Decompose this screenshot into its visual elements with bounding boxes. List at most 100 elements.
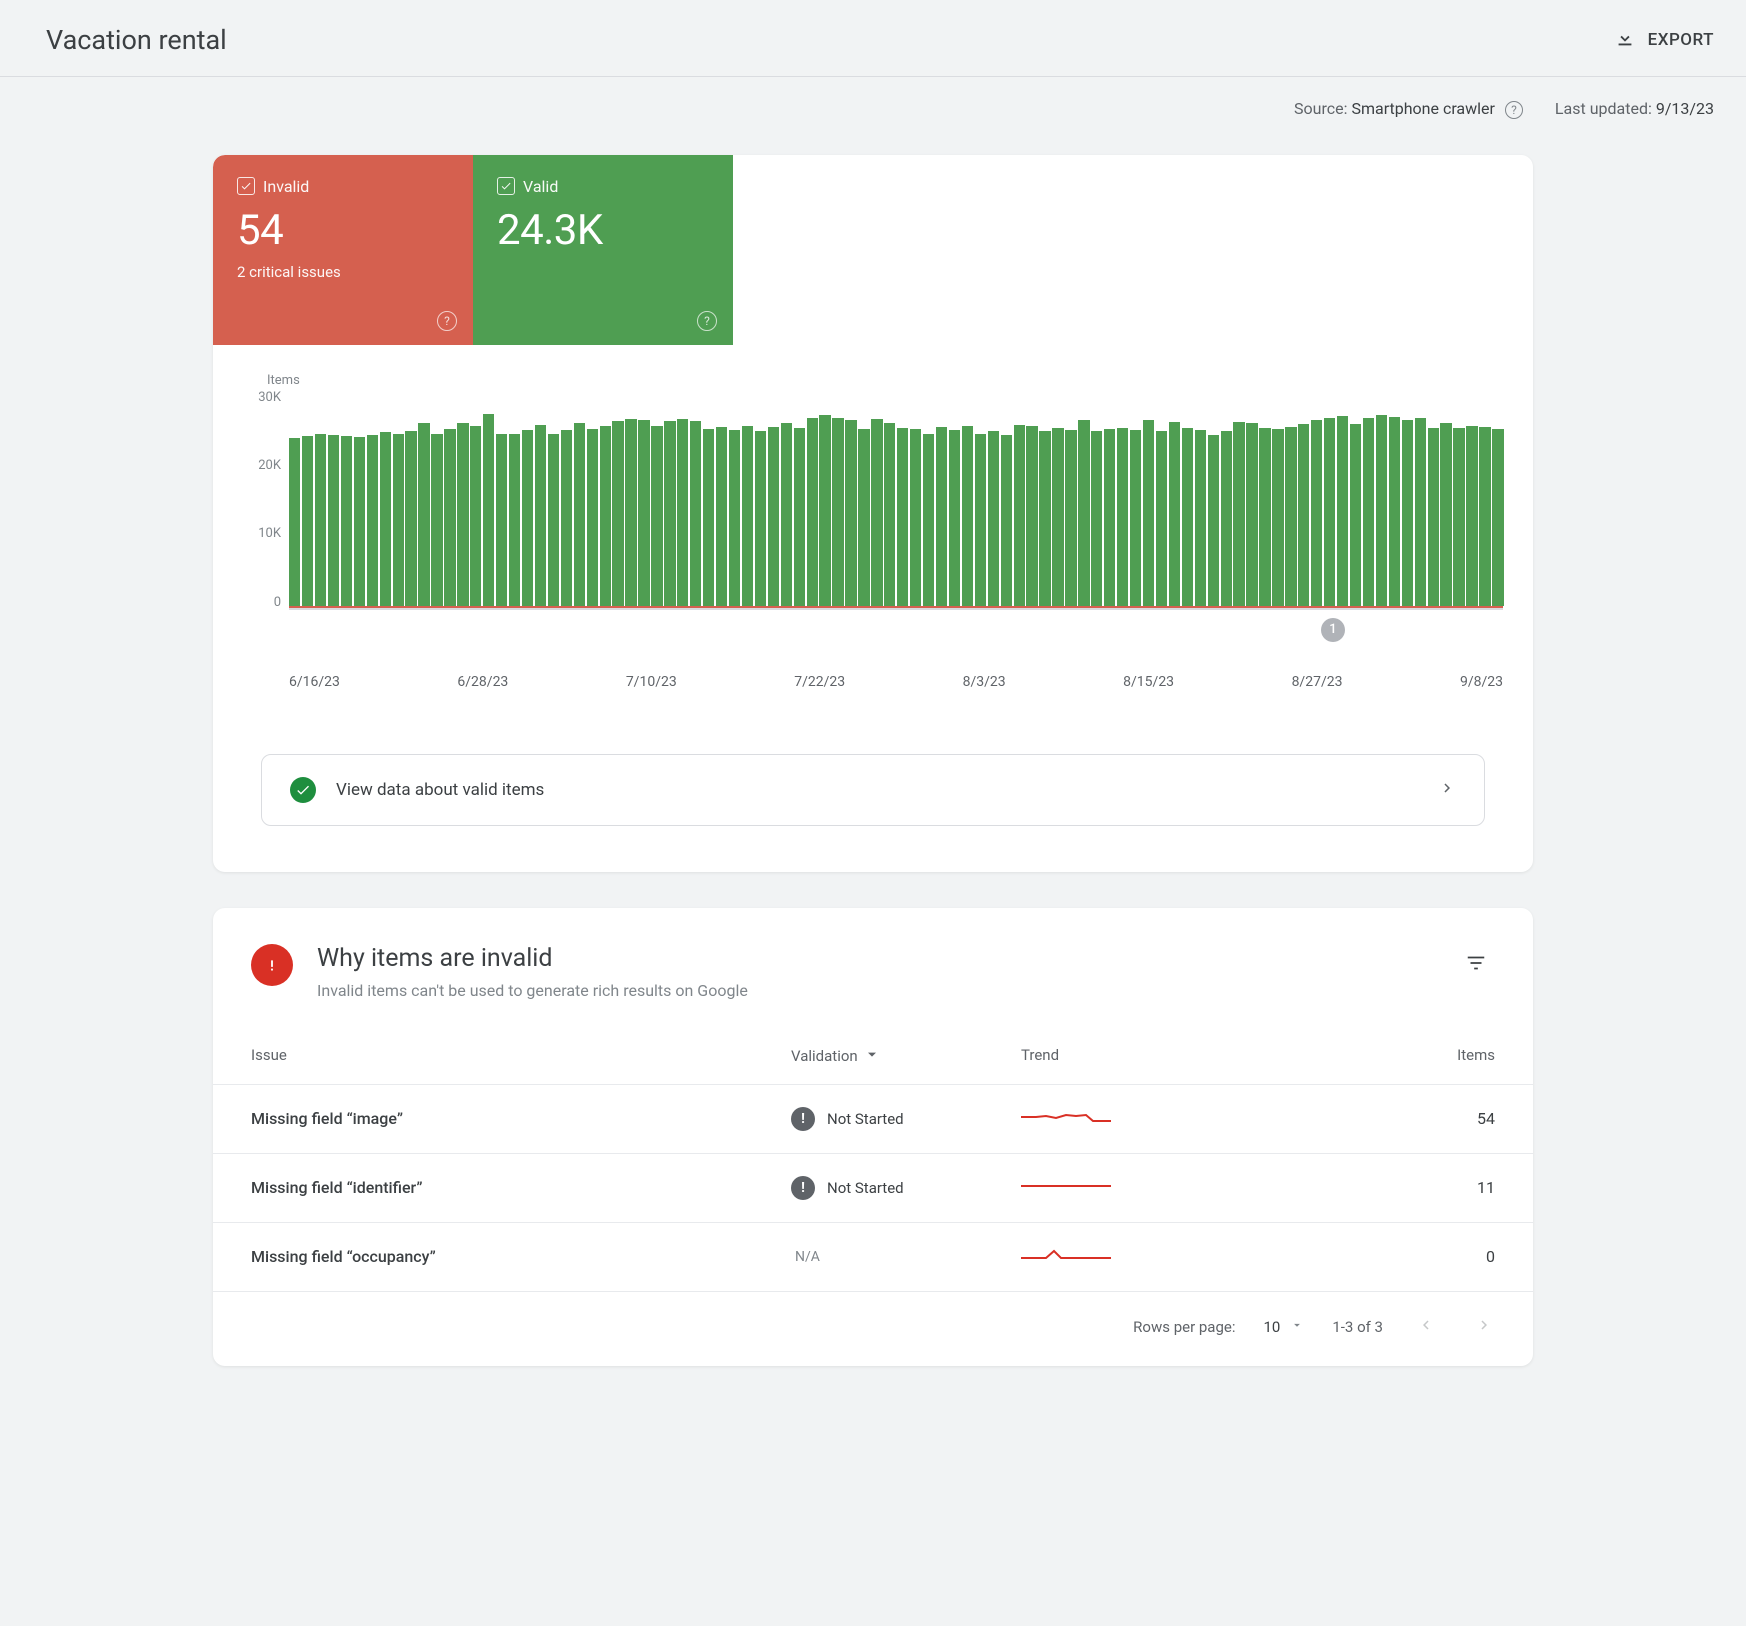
chart-bar[interactable]	[1052, 428, 1063, 606]
chart-bar[interactable]	[1026, 426, 1037, 605]
chart-bar[interactable]	[651, 426, 662, 606]
chart-bar[interactable]	[1104, 429, 1115, 606]
help-icon[interactable]: ?	[1505, 101, 1523, 119]
chart-bar[interactable]	[1311, 420, 1322, 605]
chart-bar[interactable]	[483, 414, 494, 606]
chart-bar[interactable]	[1453, 428, 1464, 605]
chart-bar[interactable]	[832, 418, 843, 606]
chart-bar[interactable]	[638, 420, 649, 605]
chart-bar[interactable]	[1221, 431, 1232, 605]
chart-bar[interactable]	[535, 425, 546, 606]
chart-bar[interactable]	[1001, 435, 1012, 606]
chart-bar[interactable]	[677, 419, 688, 606]
chart-plot[interactable]: 1	[289, 390, 1503, 610]
chart-bar[interactable]	[444, 429, 455, 606]
prev-page-button[interactable]	[1411, 1310, 1441, 1344]
col-validation[interactable]: Validation	[791, 1046, 1021, 1066]
chart-bar[interactable]	[470, 426, 481, 606]
chart-bar[interactable]	[496, 434, 507, 606]
chart-bar[interactable]	[975, 434, 986, 605]
tile-valid[interactable]: Valid 24.3K ?	[473, 155, 733, 345]
col-trend[interactable]: Trend	[1021, 1046, 1291, 1066]
chart-bar[interactable]	[664, 421, 675, 606]
issue-row[interactable]: Missing field “occupancy”N/A0	[213, 1223, 1533, 1292]
chart-bar[interactable]	[509, 434, 520, 605]
chart-bar[interactable]	[1324, 418, 1335, 605]
chart-bar[interactable]	[548, 434, 559, 605]
chart-bar[interactable]	[897, 428, 908, 606]
chart-bar[interactable]	[742, 426, 753, 606]
chart-bar[interactable]	[1259, 428, 1270, 606]
rows-per-page-select[interactable]: 10	[1263, 1318, 1304, 1336]
chart-bar[interactable]	[1492, 429, 1503, 606]
next-page-button[interactable]	[1469, 1310, 1499, 1344]
chart-bar[interactable]	[1415, 418, 1426, 605]
chart-bar[interactable]	[1208, 435, 1219, 606]
chart-bar[interactable]	[1195, 430, 1206, 606]
chart-bar[interactable]	[936, 427, 947, 606]
tile-invalid[interactable]: Invalid 54 2 critical issues ?	[213, 155, 473, 345]
chart-bar[interactable]	[1117, 428, 1128, 606]
chart-bar[interactable]	[405, 431, 416, 606]
chart-bar[interactable]	[1298, 424, 1309, 606]
chart-bar[interactable]	[587, 429, 598, 606]
chart-bar[interactable]	[807, 418, 818, 605]
help-icon[interactable]: ?	[697, 311, 717, 331]
chart-bar[interactable]	[574, 423, 585, 606]
chart-bar[interactable]	[341, 436, 352, 606]
chart-bar[interactable]	[1285, 427, 1296, 606]
chart-bar[interactable]	[1039, 431, 1050, 606]
chart-bar[interactable]	[431, 434, 442, 606]
chart-bar[interactable]	[768, 427, 779, 606]
col-items[interactable]: Items	[1291, 1046, 1495, 1066]
chart-bar[interactable]	[1350, 424, 1361, 606]
chart-bar[interactable]	[949, 430, 960, 606]
chart-bar[interactable]	[1402, 420, 1413, 605]
chart-bar[interactable]	[1479, 427, 1490, 606]
chart-bar[interactable]	[380, 432, 391, 606]
chart-bar[interactable]	[716, 427, 727, 606]
chart-bar[interactable]	[1014, 425, 1025, 606]
chart-bar[interactable]	[703, 429, 714, 606]
chart-bar[interactable]	[561, 430, 572, 606]
chart-bar[interactable]	[418, 423, 429, 605]
chart-bar[interactable]	[1428, 428, 1439, 605]
chart-annotation-marker[interactable]: 1	[1321, 618, 1345, 642]
chart-bar[interactable]	[845, 420, 856, 605]
chart-bar[interactable]	[612, 421, 623, 606]
chart-bar[interactable]	[1440, 423, 1451, 605]
chart-bar[interactable]	[690, 421, 701, 606]
chart-bar[interactable]	[1363, 418, 1374, 605]
chart-bar[interactable]	[1182, 428, 1193, 605]
chart-bar[interactable]	[457, 423, 468, 605]
chart-bar[interactable]	[1246, 423, 1257, 605]
chart-bar[interactable]	[1091, 431, 1102, 605]
chart-bar[interactable]	[729, 430, 740, 606]
chart-bar[interactable]	[794, 428, 805, 606]
chart-bar[interactable]	[1143, 420, 1154, 606]
source-block[interactable]: Source: Smartphone crawler ?	[1294, 99, 1523, 119]
chart-bar[interactable]	[910, 429, 921, 606]
chart-bar[interactable]	[367, 435, 378, 606]
chart-bar[interactable]	[1272, 429, 1283, 606]
chart-bar[interactable]	[354, 437, 365, 606]
col-issue[interactable]: Issue	[251, 1046, 791, 1066]
chart-bar[interactable]	[962, 426, 973, 606]
chart-bar[interactable]	[393, 434, 404, 606]
chart-bar[interactable]	[1065, 430, 1076, 606]
chart-bar[interactable]	[1130, 430, 1141, 606]
help-icon[interactable]: ?	[437, 311, 457, 331]
chart-bar[interactable]	[1376, 415, 1387, 606]
view-valid-items-link[interactable]: View data about valid items	[261, 754, 1485, 826]
chart-bar[interactable]	[289, 438, 300, 606]
issue-row[interactable]: Missing field “identifier”!Not Started11	[213, 1154, 1533, 1223]
chart-bar[interactable]	[315, 434, 326, 605]
chart-bar[interactable]	[1156, 431, 1167, 605]
chart-bar[interactable]	[1169, 422, 1180, 606]
chart-bar[interactable]	[755, 431, 766, 605]
chart-bar[interactable]	[1233, 422, 1244, 606]
chart-bar[interactable]	[819, 415, 830, 605]
chart-bar[interactable]	[871, 419, 882, 606]
chart-bar[interactable]	[1466, 426, 1477, 606]
issue-row[interactable]: Missing field “image”!Not Started54	[213, 1085, 1533, 1154]
